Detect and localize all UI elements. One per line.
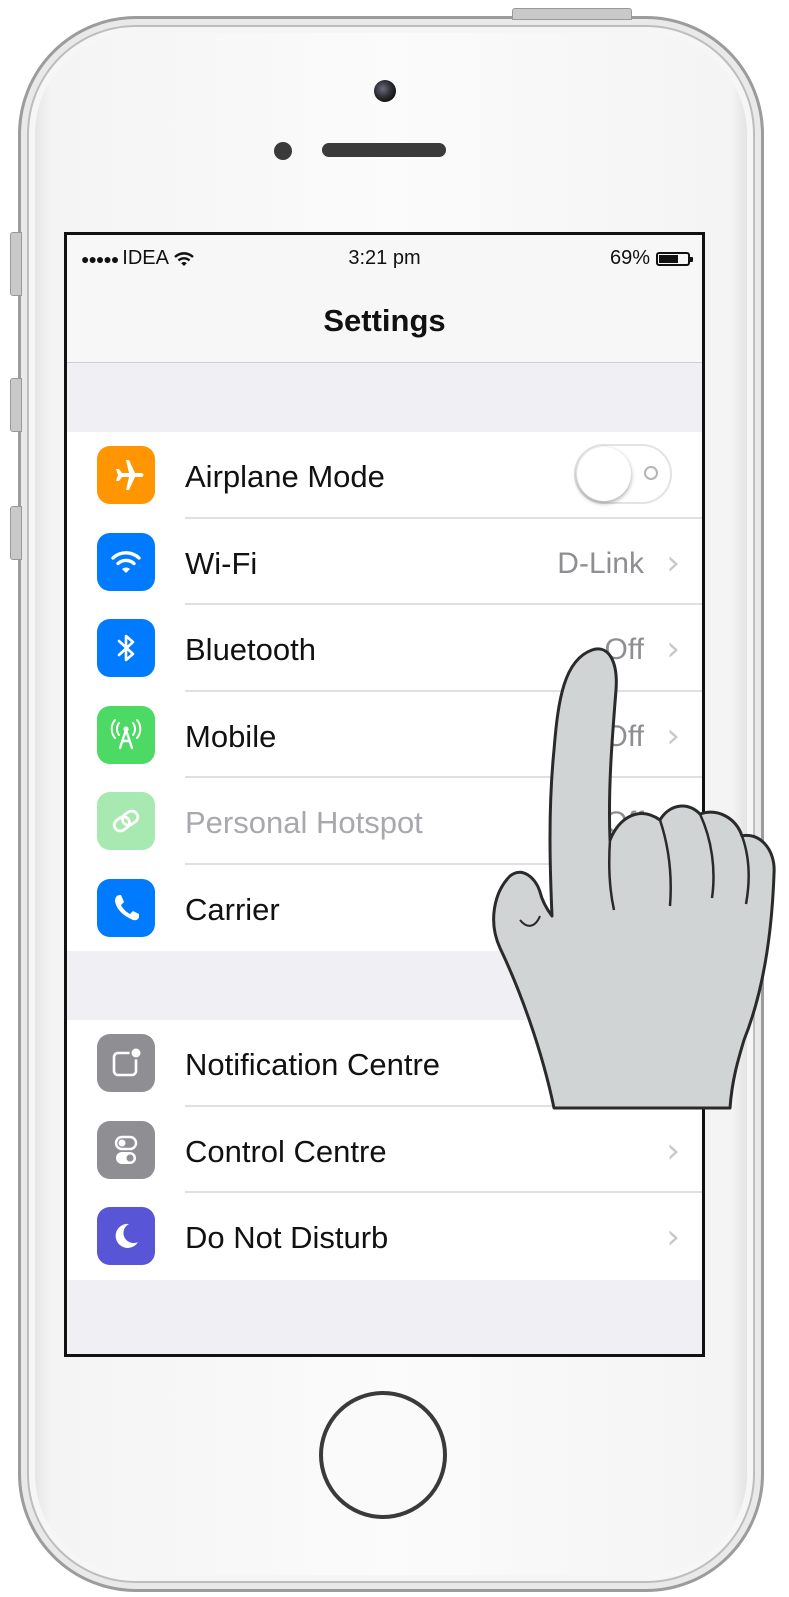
row-label: Carrier bbox=[185, 891, 280, 927]
battery-icon bbox=[656, 251, 693, 266]
front-camera bbox=[374, 80, 396, 102]
pointing-hand-icon bbox=[492, 647, 776, 1110]
notification-centre-icon bbox=[97, 1034, 155, 1092]
chevron-right-icon: › bbox=[666, 1217, 680, 1257]
navigation-bar: Settings bbox=[67, 283, 702, 363]
power-button bbox=[512, 8, 632, 20]
battery-percent: 69% bbox=[609, 247, 650, 269]
page-title: Settings bbox=[323, 303, 446, 338]
row-label: Bluetooth bbox=[185, 632, 316, 667]
row-label: Notification Centre bbox=[185, 1047, 441, 1082]
proximity-sensor bbox=[274, 142, 292, 160]
row-label: Do Not Disturb bbox=[185, 1220, 389, 1255]
toggle-off-indicator bbox=[644, 466, 658, 480]
settings-row-airplane-mode[interactable]: Airplane Mode bbox=[67, 432, 702, 519]
wifi-icon bbox=[97, 532, 155, 591]
mute-switch bbox=[10, 232, 22, 296]
row-label: Personal Hotspot bbox=[185, 805, 423, 840]
settings-row-wi-fi[interactable]: Wi-Fi D-Link › bbox=[67, 519, 702, 605]
moon-icon bbox=[97, 1207, 155, 1265]
airplane-icon bbox=[97, 446, 155, 504]
control-centre-icon bbox=[97, 1120, 155, 1179]
chevron-right-icon: › bbox=[666, 1130, 680, 1171]
row-label: Airplane Mode bbox=[185, 459, 385, 494]
toggle-knob bbox=[577, 447, 631, 501]
antenna-icon bbox=[97, 705, 155, 764]
settings-row-do-not-disturb[interactable]: Do Not Disturb › bbox=[67, 1193, 702, 1280]
status-bar: ●●●●● IDEA 3:21 pm 69% bbox=[67, 235, 702, 283]
phone-icon bbox=[97, 878, 155, 937]
earpiece-speaker bbox=[322, 143, 446, 157]
volume-up-button bbox=[10, 378, 22, 432]
home-button[interactable] bbox=[319, 1391, 447, 1519]
settings-row-control-centre[interactable]: Control Centre › bbox=[67, 1107, 702, 1193]
volume-down-button bbox=[10, 506, 22, 560]
clock: 3:21 pm bbox=[348, 247, 421, 269]
airplane-mode-toggle[interactable] bbox=[574, 444, 672, 504]
chevron-right-icon: › bbox=[666, 542, 680, 583]
row-label: Control Centre bbox=[185, 1133, 387, 1169]
bluetooth-icon bbox=[97, 619, 155, 677]
row-value: D-Link bbox=[557, 546, 644, 580]
row-label: Mobile bbox=[185, 718, 277, 754]
hotspot-icon bbox=[97, 792, 155, 850]
row-label: Wi-Fi bbox=[185, 545, 258, 581]
